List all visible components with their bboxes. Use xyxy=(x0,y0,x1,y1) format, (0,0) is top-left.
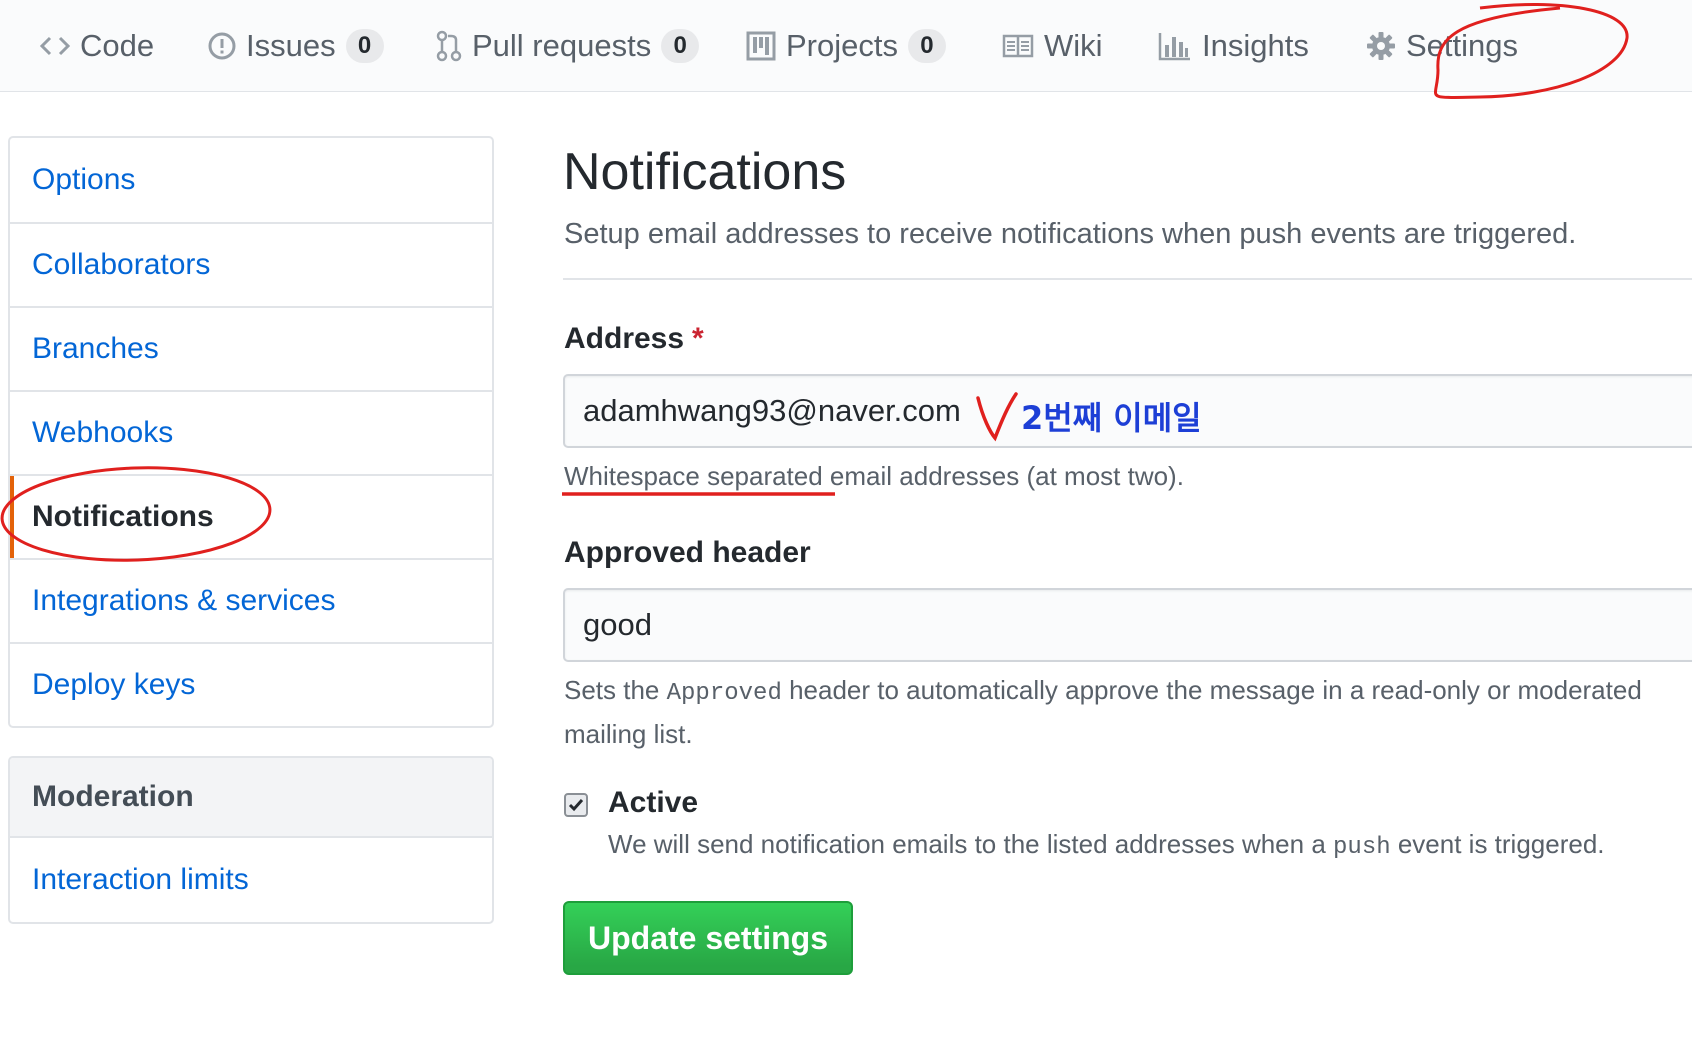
code-icon xyxy=(40,34,70,58)
sidebar-item-label: Deploy keys xyxy=(32,668,196,701)
issues-counter: 0 xyxy=(345,29,384,63)
project-icon xyxy=(746,31,776,61)
sidebar-item-integrations[interactable]: Integrations & services xyxy=(10,558,492,642)
settings-menu: Options Collaborators Branches Webhooks … xyxy=(8,136,494,728)
sidebar-item-notifications[interactable]: Notifications xyxy=(10,474,492,558)
repo-nav-bar: Code Issues 0 Pull requests 0 Projects 0… xyxy=(0,0,1692,92)
page-subtitle: Setup email addresses to receive notific… xyxy=(564,218,1577,250)
active-checkbox[interactable] xyxy=(564,793,588,817)
tab-issues[interactable]: Issues 0 xyxy=(208,0,384,92)
sidebar-item-collaborators[interactable]: Collaborators xyxy=(10,222,492,306)
sidebar-item-label: Options xyxy=(32,163,136,196)
page-title: Notifications xyxy=(563,143,847,201)
sidebar-item-label: Collaborators xyxy=(32,248,211,281)
pull-requests-counter: 0 xyxy=(661,29,700,63)
title-divider xyxy=(563,278,1692,280)
issue-icon xyxy=(208,32,236,60)
tab-code-label: Code xyxy=(80,28,155,63)
moderation-menu: Moderation Interaction limits xyxy=(8,756,494,924)
address-note: Whitespace separated email addresses (at… xyxy=(564,461,1184,491)
active-note-start: We will send notification emails to the … xyxy=(608,829,1334,859)
sidebar-item-label: Branches xyxy=(32,332,159,365)
tab-wiki[interactable]: Wiki xyxy=(1002,0,1103,92)
address-label: Address * xyxy=(564,322,704,356)
tab-pull-requests[interactable]: Pull requests 0 xyxy=(436,0,700,92)
sidebar-item-interaction-limits[interactable]: Interaction limits xyxy=(10,838,492,922)
approved-header-note-start: Sets the xyxy=(564,675,667,705)
sidebar-item-webhooks[interactable]: Webhooks xyxy=(10,390,492,474)
pull-request-icon xyxy=(436,30,462,62)
tab-code[interactable]: Code xyxy=(40,0,154,92)
tab-settings-label: Settings xyxy=(1406,28,1519,63)
check-icon xyxy=(568,799,584,812)
annotation-note: 2번째 이메일 xyxy=(1021,399,1202,437)
approved-header-input[interactable] xyxy=(563,588,1692,662)
gear-icon xyxy=(1366,31,1396,61)
sidebar-item-options[interactable]: Options xyxy=(10,138,492,222)
tab-pull-requests-label: Pull requests xyxy=(472,28,652,63)
update-settings-button[interactable]: Update settings xyxy=(563,901,853,975)
sidebar-item-branches[interactable]: Branches xyxy=(10,306,492,390)
graph-icon xyxy=(1158,31,1192,61)
sidebar-item-label: Notifications xyxy=(32,500,214,533)
active-note-code: push xyxy=(1333,834,1391,861)
tab-projects[interactable]: Projects 0 xyxy=(746,0,946,92)
tab-issues-label: Issues xyxy=(246,28,336,63)
sidebar-item-label: Webhooks xyxy=(32,416,174,449)
approved-header-label: Approved header xyxy=(564,536,811,569)
book-icon xyxy=(1002,33,1034,59)
sidebar-item-label: Integrations & services xyxy=(32,584,336,617)
address-label-text: Address xyxy=(564,322,685,355)
approved-header-code: Approved xyxy=(666,680,782,707)
tab-projects-label: Projects xyxy=(786,28,898,63)
tab-insights-label: Insights xyxy=(1202,28,1309,63)
tab-settings[interactable]: Settings xyxy=(1366,0,1518,92)
required-marker: * xyxy=(692,322,704,355)
active-note: We will send notification emails to the … xyxy=(608,829,1605,861)
tab-wiki-label: Wiki xyxy=(1044,28,1103,63)
approved-header-note: Sets the Approved header to automaticall… xyxy=(564,670,1692,754)
moderation-heading: Moderation xyxy=(10,758,492,838)
projects-counter: 0 xyxy=(907,29,946,63)
sidebar-item-label: Interaction limits xyxy=(32,863,249,896)
tab-insights[interactable]: Insights xyxy=(1158,0,1309,92)
active-label: Active xyxy=(608,786,699,819)
sidebar-item-deploy-keys[interactable]: Deploy keys xyxy=(10,642,492,726)
active-note-end: event is triggered. xyxy=(1390,829,1605,859)
